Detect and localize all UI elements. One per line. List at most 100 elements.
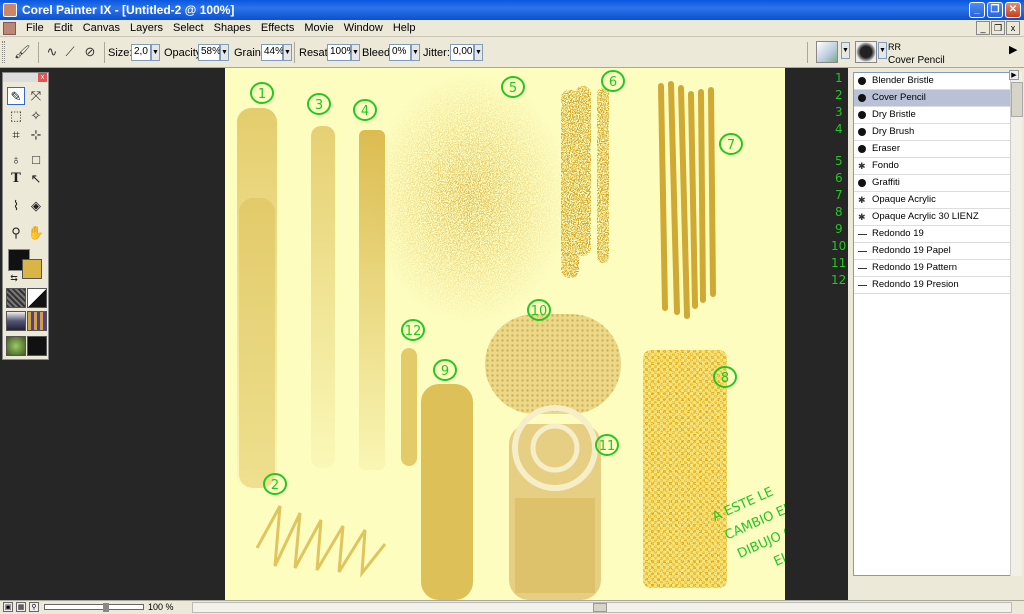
- menu-canvas[interactable]: Canvas: [78, 22, 125, 34]
- painter-app-icon[interactable]: [3, 3, 17, 17]
- swap-colors-icon[interactable]: ⇆: [5, 269, 23, 287]
- scrollbar-thumb[interactable]: [1011, 82, 1023, 117]
- jitter-dropdown[interactable]: ▼: [474, 44, 483, 61]
- doc-restore-button[interactable]: ❐: [991, 21, 1005, 35]
- menu-help[interactable]: Help: [388, 22, 421, 34]
- magic-wand-icon[interactable]: ✧: [27, 107, 45, 125]
- toolbox-titlebar[interactable]: x: [3, 73, 48, 82]
- layer-adjuster-icon[interactable]: ⤧: [27, 87, 45, 105]
- zoom-slider-knob[interactable]: [103, 603, 109, 612]
- rectangle-shape-icon[interactable]: □: [27, 151, 45, 169]
- brush-category-dropdown[interactable]: ▼: [841, 42, 850, 59]
- brush-list-item-label: Redondo 19: [872, 228, 924, 239]
- brush-list-item[interactable]: Redondo 19 Pattern: [854, 260, 1010, 277]
- brush-tool-icon[interactable]: 🖌: [14, 44, 31, 60]
- menu-file[interactable]: File: [21, 22, 49, 34]
- paint-bucket-icon[interactable]: ◈: [27, 197, 45, 215]
- rect-select-icon[interactable]: ⬚: [7, 107, 25, 125]
- resat-dropdown[interactable]: ▼: [351, 44, 360, 61]
- brush-list-item[interactable]: ✱ Opaque Acrylic 30 LIENZ: [854, 209, 1010, 226]
- additional-color-swatch[interactable]: [22, 259, 42, 279]
- gradient-selector-icon[interactable]: [27, 288, 47, 308]
- brush-variant-icon[interactable]: [855, 41, 877, 63]
- row-number-6: 6: [835, 171, 843, 185]
- text-tool-icon[interactable]: T: [7, 170, 25, 188]
- brush-list-item[interactable]: Blender Bristle: [854, 73, 1010, 90]
- drawing-canvas[interactable]: 1 2 3 4 5 6 7 8 9 10 11 12 A ESTE LE CAMBIO EL DIBU…: [225, 68, 785, 600]
- row-number-4: 4: [835, 122, 843, 136]
- brush-list-item[interactable]: Graffiti: [854, 175, 1010, 192]
- brush-category-icon[interactable]: [816, 41, 838, 63]
- window-title: Corel Painter IX - [Untitled-2 @ 100%]: [22, 3, 235, 17]
- stroke-number-label: 4: [361, 104, 369, 119]
- transform-icon[interactable]: ⊹: [27, 126, 45, 144]
- nozzle-selector-icon[interactable]: [6, 336, 26, 356]
- grain-field[interactable]: 44%: [261, 44, 284, 61]
- brush-list-item[interactable]: Eraser: [854, 141, 1010, 158]
- crop-icon[interactable]: ⌗: [7, 126, 25, 144]
- horizontal-scrollbar-thumb[interactable]: [593, 603, 607, 612]
- menu-window[interactable]: Window: [339, 22, 388, 34]
- preview-mode-icon[interactable]: ▣: [3, 602, 13, 612]
- panel-menu-arrow-icon[interactable]: ▶: [1009, 43, 1017, 56]
- freehand-stroke-icon[interactable]: ∿: [44, 44, 60, 60]
- close-button[interactable]: ✕: [1005, 2, 1021, 18]
- menu-items: File Edit Canvas Layers Select Shapes Ef…: [21, 22, 420, 34]
- brush-list-item-label: Opaque Acrylic 30 LIENZ: [872, 211, 979, 222]
- brush-list-item[interactable]: Dry Bristle: [854, 107, 1010, 124]
- brush-tool-icon[interactable]: ✎: [7, 87, 25, 105]
- brush-list-item[interactable]: Dry Brush: [854, 124, 1010, 141]
- menu-effects[interactable]: Effects: [256, 22, 299, 34]
- weaving-selector-icon[interactable]: [27, 311, 47, 331]
- brush-list-item[interactable]: Redondo 19 Presion: [854, 277, 1010, 294]
- straight-line-stroke-icon[interactable]: ⟋: [62, 44, 78, 60]
- menu-edit[interactable]: Edit: [49, 22, 78, 34]
- brush-list-item[interactable]: Redondo 19: [854, 226, 1010, 243]
- shape-selection-icon[interactable]: ↖: [27, 170, 45, 188]
- brush-selector-bar: ▼ ▼ RR Cover Pencil ▶: [805, 37, 1024, 68]
- pen-icon[interactable]: ♁: [7, 151, 25, 169]
- document-icon[interactable]: [3, 22, 16, 35]
- toolbar-grip[interactable]: [2, 41, 5, 63]
- doc-close-button[interactable]: x: [1006, 21, 1020, 35]
- zoom-slider[interactable]: [44, 603, 144, 612]
- opacity-dropdown[interactable]: ▼: [220, 44, 229, 61]
- minimize-button[interactable]: _: [969, 2, 985, 18]
- menu-movie[interactable]: Movie: [299, 22, 338, 34]
- size-field[interactable]: 2,0: [131, 44, 151, 61]
- brush-variant-dropdown[interactable]: ▼: [878, 42, 887, 59]
- brush-list-item[interactable]: Redondo 19 Papel: [854, 243, 1010, 260]
- bleed-dropdown[interactable]: ▼: [411, 44, 420, 61]
- menu-layers[interactable]: Layers: [125, 22, 168, 34]
- stroke-number-label: 5: [509, 81, 517, 96]
- maximize-button[interactable]: ❐: [987, 2, 1003, 18]
- jitter-field[interactable]: 0,00: [450, 44, 474, 61]
- brush-list-item[interactable]: Cover Pencil: [854, 90, 1010, 107]
- brush-list-item-label: Redondo 19 Presion: [872, 279, 959, 290]
- toolbox-close-icon[interactable]: x: [38, 73, 47, 82]
- opacity-field[interactable]: 58%: [198, 44, 221, 61]
- grain-dropdown[interactable]: ▼: [283, 44, 292, 61]
- resat-field[interactable]: 100%: [327, 44, 356, 61]
- reset-tool-icon[interactable]: ⊘: [82, 44, 98, 60]
- dropper-icon[interactable]: ⌇: [7, 197, 25, 215]
- grabber-hand-icon[interactable]: ✋: [27, 224, 45, 242]
- brush-list-scrollbar[interactable]: [1010, 72, 1023, 576]
- row-number-12: 12: [831, 273, 846, 287]
- grid-icon[interactable]: ▦: [16, 602, 26, 612]
- horizontal-scrollbar[interactable]: [192, 602, 1012, 613]
- pattern-selector-icon[interactable]: [6, 311, 26, 331]
- brush-list-item[interactable]: ✱ Opaque Acrylic: [854, 192, 1010, 209]
- paper-selector-icon[interactable]: [6, 288, 26, 308]
- menu-select[interactable]: Select: [168, 22, 209, 34]
- magnifier-icon[interactable]: ⚲: [7, 224, 25, 242]
- panel-arrow-right-icon[interactable]: ▶: [1009, 70, 1019, 80]
- look-selector-icon[interactable]: [27, 336, 47, 356]
- menu-shapes[interactable]: Shapes: [209, 22, 256, 34]
- brush-list-item[interactable]: ✱ Fondo: [854, 158, 1010, 175]
- title-bar: Corel Painter IX - [Untitled-2 @ 100%] _…: [0, 0, 1024, 20]
- doc-minimize-button[interactable]: _: [976, 21, 990, 35]
- size-dropdown[interactable]: ▼: [151, 44, 160, 61]
- bleed-field[interactable]: 0%: [389, 44, 411, 61]
- zoom-icon[interactable]: ⚲: [29, 602, 39, 612]
